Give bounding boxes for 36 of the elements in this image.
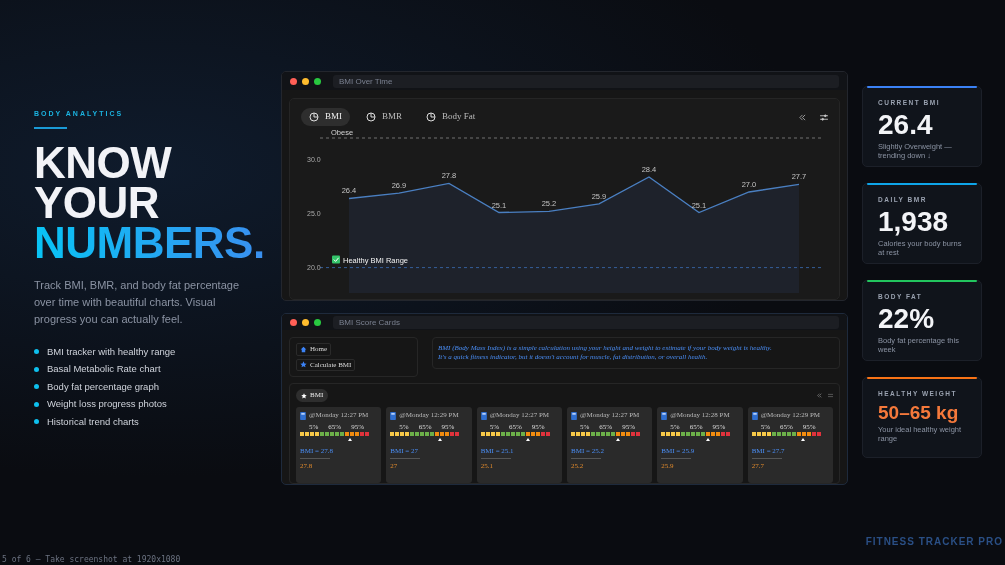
check-icon [332,255,340,264]
feature-item: Basal Metabolic Rate chart [47,363,161,375]
address-bar: BMI Over Time [333,74,839,88]
double-chevron-icon[interactable] [817,393,822,398]
calculator-icon [390,411,397,420]
pie-chart-icon [426,112,437,122]
footer-note: 5 of 6 — Take screenshot at 1920x1080 [2,555,181,565]
pie-chart-icon [366,112,376,122]
feature-item: Body fat percentage graph [47,380,159,393]
calculator-icon [480,411,487,420]
chart-tab[interactable]: BMI [301,108,350,126]
feature-item: Weight loss progress photos [47,398,167,410]
brand-label: FITNESS TRACKER PRO [865,535,1003,549]
calculator-icon [300,411,306,420]
stat-value: 1,938 [878,207,950,236]
headline-line: YOUR [34,182,160,223]
pie-chart-icon [309,112,319,122]
stat-value: 50–65 kg [878,402,960,422]
sliders-icon[interactable] [820,113,828,121]
home-icon [300,345,307,353]
headline-line: KNOW [34,142,172,183]
stat-value: 26.4 [878,110,934,139]
description: Track BMI, BMR, and body fat percentage over time with beautiful charts. Visual progress you can actually feel. [34,277,241,327]
address-bar: BMI Score Cards [333,315,839,329]
calculator-icon [751,411,758,420]
feature-item: Historical trend charts [47,415,139,428]
stat-value: 22% [878,304,936,333]
sliders-icon[interactable] [828,393,833,398]
star-icon [301,392,307,399]
calculator-icon [661,411,668,420]
chart-tab[interactable]: BMR [358,108,411,126]
calculator-icon [571,411,577,420]
feature-item: BMI tracker with healthy range [47,345,176,358]
star-icon [300,361,307,369]
chart-tab[interactable]: Body Fat [418,108,484,126]
double-chevron-icon[interactable] [799,113,806,121]
